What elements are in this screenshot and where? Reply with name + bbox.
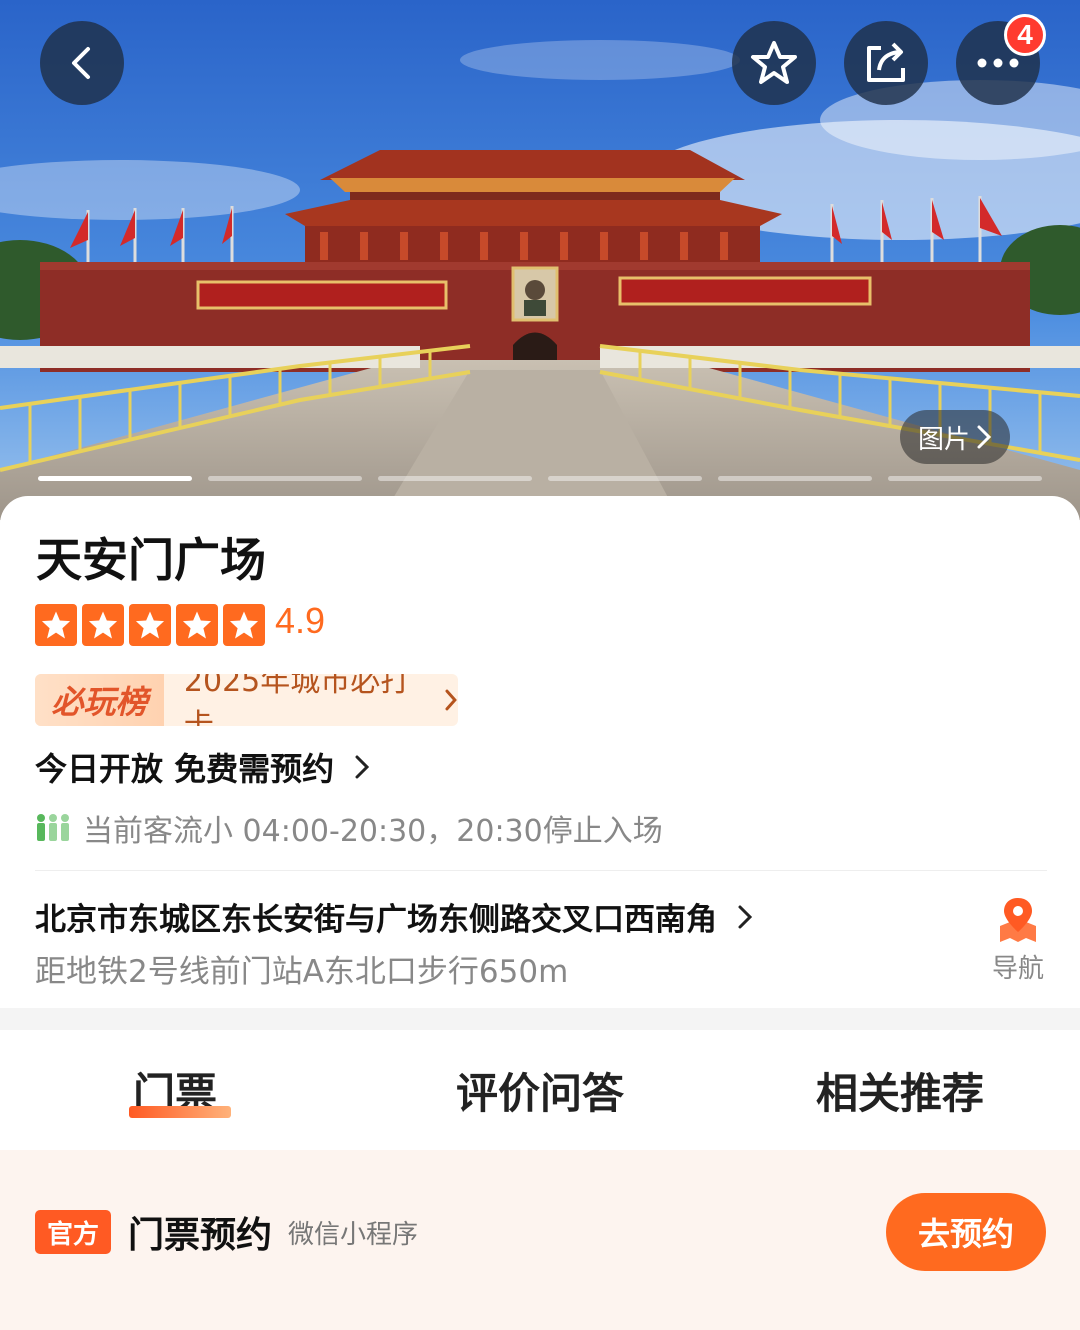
- address-text: 北京市东城区东长安街与广场东侧路交叉口西南角: [35, 902, 717, 938]
- star-icon: [35, 604, 77, 646]
- chevron-right-icon: [445, 689, 458, 711]
- star-icon: [129, 604, 171, 646]
- divider: [35, 870, 1047, 871]
- chevron-left-icon: [72, 47, 90, 79]
- rating-score: 4.9: [275, 600, 326, 641]
- hero-gallery[interactable]: 4 图片: [0, 0, 1080, 520]
- chevron-right-icon: [355, 755, 370, 779]
- rating-stars: [35, 604, 265, 646]
- opening-status[interactable]: 今日开放 免费需预约: [35, 744, 370, 790]
- active-tab-indicator: [129, 1106, 231, 1118]
- book-button[interactable]: 去预约: [886, 1193, 1046, 1271]
- star-icon: [176, 604, 218, 646]
- crowd-icon: [37, 814, 69, 841]
- ticket-booking-row: 官方 门票预约 微信小程序 去预约: [0, 1150, 1080, 1330]
- tab-reviews-qa[interactable]: 评价问答: [456, 1060, 624, 1121]
- more-dots-icon: [977, 58, 1019, 68]
- gallery-indicator: [38, 476, 1042, 481]
- back-button[interactable]: [40, 21, 124, 105]
- crowd-hours-text: 当前客流小 04:00-20:30，20:30停止入场: [83, 814, 663, 849]
- notification-badge: 4: [1004, 14, 1046, 56]
- tab-recommendations[interactable]: 相关推荐: [816, 1060, 984, 1121]
- metro-distance: 距地铁2号线前门站A东北口步行650m: [35, 954, 569, 990]
- gallery-dot: [718, 476, 872, 481]
- favorite-button[interactable]: [732, 21, 816, 105]
- ranking-label: 2025年城市必打卡: [183, 674, 411, 726]
- chevron-right-icon: [977, 425, 992, 449]
- ticket-channel: 微信小程序: [288, 1220, 419, 1250]
- star-outline-icon: [751, 41, 797, 84]
- gallery-dot: [378, 476, 532, 481]
- info-card: 天安门广场 4.9 必玩榜 2025年城市必打卡 今日开放 免费需预约 当前客流…: [0, 496, 1080, 1008]
- attraction-title: 天安门广场: [36, 533, 266, 587]
- address-link[interactable]: 北京市东城区东长安街与广场东侧路交叉口西南角: [35, 894, 753, 939]
- share-icon: [867, 42, 905, 82]
- photos-button-label: 图片: [917, 424, 970, 455]
- chevron-right-icon: [738, 905, 753, 928]
- ranking-logo: 必玩榜: [35, 674, 164, 726]
- star-icon: [223, 604, 265, 646]
- navigation-label: 导航: [991, 954, 1044, 984]
- ranking-banner[interactable]: 必玩榜 2025年城市必打卡: [35, 674, 458, 726]
- navigation-button[interactable]: 导航: [986, 896, 1050, 985]
- star-icon: [82, 604, 124, 646]
- official-tag: 官方: [35, 1210, 111, 1254]
- gallery-dot: [208, 476, 362, 481]
- gallery-dot-active: [38, 476, 192, 481]
- section-tabs: 门票 评价问答 相关推荐: [0, 1030, 1080, 1150]
- gallery-dot: [888, 476, 1042, 481]
- crowd-info: 当前客流小 04:00-20:30，20:30停止入场: [35, 806, 663, 850]
- map-pin-icon: [1000, 898, 1036, 942]
- opening-status-text: 今日开放 免费需预约: [35, 750, 335, 788]
- share-button[interactable]: [844, 21, 928, 105]
- photos-button[interactable]: 图片: [900, 410, 1010, 464]
- ticket-title: 门票预约: [128, 1215, 273, 1256]
- gallery-dot: [548, 476, 702, 481]
